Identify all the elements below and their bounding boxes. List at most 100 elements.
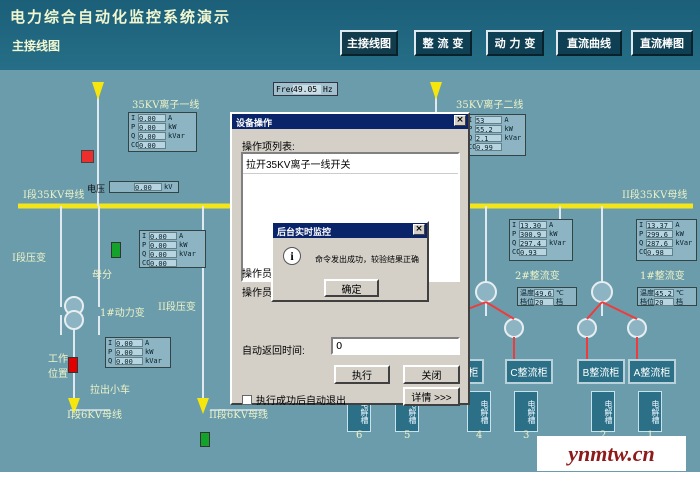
meter-row: Q 0.00 kVar — [140, 249, 205, 259]
meter-value: 0.00 — [138, 122, 166, 132]
close-icon[interactable]: × — [413, 224, 425, 235]
meter-key: Q — [639, 238, 644, 247]
meter-value: 0.00 — [138, 131, 166, 141]
rect1-temp-meter: 温度 45.2 ℃ 档位 20 档 — [637, 287, 697, 307]
info-icon: i — [283, 247, 301, 265]
meter-unit: kW — [179, 240, 188, 249]
cabinet-c-button[interactable]: C整流柜 — [505, 359, 553, 384]
meter-unit: A — [549, 220, 554, 229]
electrolysis-cell-3: 电解槽 — [514, 391, 538, 432]
watermark: ynmtw.cn — [537, 436, 686, 471]
operator-label-1: 操作员 — [242, 269, 272, 280]
nav-dc-curve-button[interactable]: 直流曲线 — [556, 30, 622, 56]
bottom-band — [0, 472, 700, 483]
meter-value: 2.1 — [474, 133, 503, 143]
rect1-label: 1#整流变 — [640, 271, 685, 282]
operation-list-item[interactable]: 拉开35KV离子一线开关 — [243, 154, 458, 174]
auto-exit-checkbox[interactable]: 执行成功后自动退出 — [242, 392, 346, 407]
meter-key: P — [639, 229, 644, 238]
auto-return-label: 自动返回时间: — [242, 346, 305, 357]
meter-row: Q 0.00 kVar — [129, 131, 196, 141]
meter-value: 0.00 — [138, 140, 166, 150]
line1-meter: I0.00AP0.00kWQ0.00kVarCOSΦ0.00 — [128, 112, 197, 152]
breaker-bus-coupler-icon[interactable] — [111, 242, 121, 258]
bus-35kv-2-label: II段35KV母线 — [622, 190, 688, 201]
operator-label-2: 操作员 — [242, 288, 272, 299]
electrolysis-cell-2: 电解槽 — [591, 391, 615, 432]
work-position-label: 工作位置 — [48, 354, 68, 380]
meter-row: P 55.2 kW — [466, 124, 525, 134]
electrolysis-cell-4: 电解槽 — [467, 391, 491, 432]
cabinet-b-button[interactable]: B整流柜 — [577, 359, 625, 384]
cell-number-4: 4 — [476, 430, 483, 441]
monitor-dialog-title: 后台实时监控 × — [273, 223, 427, 238]
meter-value: 0.00 — [115, 356, 143, 366]
meter-unit: kVar — [179, 249, 196, 258]
meter-key: COSΦ — [510, 248, 529, 256]
breaker-line1-icon[interactable] — [81, 150, 94, 163]
meter-key: I — [142, 231, 147, 240]
meter-unit: kVar — [145, 356, 162, 365]
meter-value: 300.9 — [519, 229, 547, 239]
meter-key: COSΦ — [129, 141, 148, 149]
line2-label: 35KV离子二线 — [456, 100, 524, 111]
bus-coupler-label: 母分 — [92, 270, 112, 281]
cell-number-3: 3 — [523, 430, 530, 441]
meter-key: COSΦ — [637, 248, 656, 256]
header: 电力综合自动化监控系统演示 主接线图 主接线图 整 流 变 动 力 变 直流曲线… — [0, 0, 700, 70]
voltage-readout: 0.00 kV — [109, 181, 179, 193]
checkbox-box[interactable] — [242, 394, 252, 405]
meter-key: I — [512, 220, 517, 229]
meter-key: P — [108, 347, 113, 356]
meter-value: 13.30 — [519, 220, 547, 230]
meter-unit: kVar — [504, 133, 522, 142]
meter-key: I — [108, 338, 113, 347]
meter-value: 0.00 — [149, 258, 177, 268]
cabinet-a2-button[interactable]: A整流柜 — [628, 359, 676, 384]
bus-6kv-2-label: II段6KV母线 — [209, 410, 268, 421]
close-icon[interactable]: × — [454, 115, 466, 126]
meter-unit: kW — [549, 229, 558, 238]
operation-list-label: 操作项列表: — [242, 142, 295, 153]
meter-key: I — [131, 113, 136, 122]
nav-main-diagram-button[interactable]: 主接线图 — [340, 30, 398, 56]
meter-unit: A — [145, 338, 150, 347]
pull-cart-label: 拉出小车 — [90, 385, 130, 396]
breaker-motor-icon[interactable] — [68, 357, 78, 373]
cell-number-6: 6 — [356, 430, 363, 441]
meter-unit: A — [179, 231, 184, 240]
details-button[interactable]: 详情 >>> — [403, 387, 460, 406]
meter-row: P 0.00 kW — [106, 347, 170, 357]
rect2-temp-meter: 温度 49.6 ℃ 档位 20 档 — [517, 287, 577, 307]
meter-row: I 13.30 A — [510, 220, 572, 230]
meter-value: 0.93 — [519, 247, 547, 257]
execute-button[interactable]: 执行 — [334, 365, 390, 384]
rect2-meter: I13.30AP300.9kWQ297.4kVarCOSΦ0.93 — [509, 219, 573, 261]
rect1-meter: I13.37AP299.6kWQ287.6kVarCOSΦ0.98 — [636, 219, 697, 261]
meter-value: 53 — [474, 115, 503, 125]
pt-1-label: I段压变 — [12, 253, 46, 264]
close-button[interactable]: 关闭 — [403, 365, 460, 384]
meter-row: Q 297.4 kVar — [510, 238, 572, 248]
voltage-label: 电压 — [87, 185, 106, 195]
meter-row: I 0.00 A — [129, 113, 196, 123]
meter-value: 0.99 — [475, 142, 503, 152]
meter-key: Q — [131, 131, 136, 140]
meter-value: 299.6 — [645, 229, 674, 239]
breaker-bus6-2-icon[interactable] — [200, 432, 210, 447]
meter-row: I 13.37 A — [637, 220, 696, 230]
meter-unit: kW — [145, 347, 154, 356]
meter-value: 287.6 — [645, 238, 674, 248]
meter-value: 0.00 — [115, 347, 143, 357]
meter-key: COSΦ — [140, 259, 159, 267]
nav-rectifier-button[interactable]: 整 流 变 — [414, 30, 472, 56]
nav-power-transformer-button[interactable]: 动 力 变 — [486, 30, 544, 56]
nav-dc-bar-button[interactable]: 直流棒图 — [631, 30, 693, 56]
meter-row: COSΦ0.00 — [129, 140, 196, 150]
motor1-label: 1#动力变 — [100, 308, 145, 319]
ok-button[interactable]: 确定 — [324, 279, 379, 297]
meter-value: 0.98 — [646, 247, 674, 257]
pt-2-label: II段压变 — [158, 302, 196, 313]
meter-key: I — [639, 220, 644, 229]
auto-return-input[interactable]: 0 — [331, 337, 460, 355]
